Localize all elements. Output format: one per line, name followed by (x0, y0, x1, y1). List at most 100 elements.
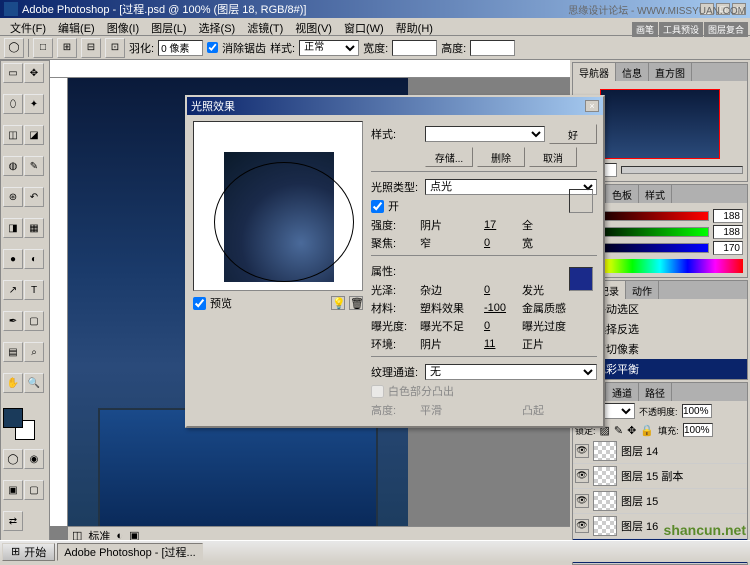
shape-tool[interactable]: ▢ (24, 311, 44, 331)
gradient-tool[interactable]: ▦ (24, 218, 44, 238)
menu-filter[interactable]: 滤镜(T) (241, 18, 289, 35)
gloss-right: 发光 (522, 282, 567, 298)
menu-image[interactable]: 图像(I) (101, 18, 145, 35)
texture-select[interactable]: 无 (425, 364, 597, 380)
layer-thumbnail[interactable] (593, 466, 617, 486)
heal-tool[interactable]: ◍ (3, 156, 23, 176)
quickmask-on-icon[interactable]: ◉ (24, 449, 44, 469)
tab-channels[interactable]: 通道 (606, 383, 639, 401)
lighting-preview[interactable] (193, 121, 363, 291)
g-input[interactable] (713, 225, 743, 239)
menu-help[interactable]: 帮助(H) (390, 18, 439, 35)
visibility-icon[interactable]: 👁 (575, 494, 589, 508)
layer-item[interactable]: 👁图层 15 副本 (573, 464, 747, 489)
selection-add-icon[interactable]: ⊞ (57, 38, 77, 58)
feather-input[interactable] (158, 40, 203, 56)
tool-preset-icon[interactable]: ◯ (4, 38, 24, 58)
tab-paths[interactable]: 路径 (639, 383, 672, 401)
screen-full-icon[interactable]: ▢ (24, 480, 44, 500)
path-tool[interactable]: ↗ (3, 280, 23, 300)
tab-info[interactable]: 信息 (616, 63, 649, 81)
menu-view[interactable]: 视图(V) (289, 18, 338, 35)
wand-tool[interactable]: ✦ (24, 94, 44, 114)
tab-navigator[interactable]: 导航器 (573, 63, 616, 81)
light-color-swatch[interactable] (569, 189, 593, 213)
dialog-close-button[interactable]: × (585, 100, 599, 112)
taskbar-app-button[interactable]: Adobe Photoshop - [过程... (57, 543, 202, 561)
quickmask-icon[interactable]: ◯ (3, 449, 23, 469)
layer-thumbnail[interactable] (593, 441, 617, 461)
lasso-tool[interactable]: ⬯ (3, 94, 23, 114)
visibility-icon[interactable]: 👁 (575, 444, 589, 458)
b-input[interactable] (713, 241, 743, 255)
menu-window[interactable]: 窗口(W) (338, 18, 390, 35)
slice-tool[interactable]: ◪ (24, 125, 44, 145)
eyedropper-tool[interactable]: ⌕ (24, 342, 44, 362)
cancel-button[interactable]: 取消 (529, 147, 577, 167)
tab-styles[interactable]: 样式 (639, 185, 672, 203)
blur-tool[interactable]: ● (3, 249, 23, 269)
fg-color-swatch[interactable] (3, 408, 23, 428)
menu-layer[interactable]: 图层(L) (145, 18, 192, 35)
well-brushes[interactable]: 画笔 (632, 22, 658, 37)
ambience-color-swatch[interactable] (569, 267, 593, 291)
well-layer-comps[interactable]: 图层复合 (704, 22, 748, 37)
type-tool[interactable]: T (24, 280, 44, 300)
tab-swatches[interactable]: 色板 (606, 185, 639, 203)
eraser-tool[interactable]: ◨ (3, 218, 23, 238)
layer-thumbnail[interactable] (593, 516, 617, 536)
tab-histogram[interactable]: 直方图 (649, 63, 692, 81)
selection-sub-icon[interactable]: ⊟ (81, 38, 101, 58)
move-tool[interactable]: ✥ (24, 63, 44, 83)
brush-tool[interactable]: ✎ (24, 156, 44, 176)
crop-tool[interactable]: ◫ (3, 125, 23, 145)
selection-new-icon[interactable]: □ (33, 38, 53, 58)
r-slider[interactable] (589, 211, 709, 221)
jump-to-icon[interactable]: ⇄ (3, 511, 23, 531)
fill-label: 填充: (658, 424, 679, 437)
delete-button[interactable]: 删除 (477, 147, 525, 167)
screen-std-icon[interactable]: ▣ (3, 480, 23, 500)
layer-item[interactable]: 👁图层 15 (573, 489, 747, 514)
save-button[interactable]: 存储... (425, 147, 473, 167)
menu-select[interactable]: 选择(S) (193, 18, 242, 35)
dialog-titlebar[interactable]: 光照效果 × (187, 97, 603, 115)
zoom-tool[interactable]: 🔍 (24, 373, 44, 393)
ok-button[interactable]: 好 (549, 124, 597, 144)
b-slider[interactable] (588, 243, 709, 253)
trash-icon[interactable]: 🗑 (349, 296, 363, 310)
notes-tool[interactable]: ▤ (3, 342, 23, 362)
preview-checkbox[interactable] (193, 297, 206, 310)
hand-tool[interactable]: ✋ (3, 373, 23, 393)
lock-move-icon[interactable]: ✥ (627, 424, 636, 437)
menu-edit[interactable]: 编辑(E) (52, 18, 101, 35)
visibility-icon[interactable]: 👁 (575, 469, 589, 483)
antialias-checkbox[interactable] (207, 42, 218, 53)
light-on-checkbox[interactable] (371, 200, 384, 213)
lock-all-icon[interactable]: 🔒 (640, 424, 654, 437)
add-light-icon[interactable]: 💡 (331, 296, 345, 310)
dodge-tool[interactable]: ◐ (24, 249, 44, 269)
navigator-thumbnail[interactable] (600, 89, 720, 159)
well-tool-presets[interactable]: 工具预设 (659, 22, 703, 37)
layer-item[interactable]: 👁图层 14 (573, 439, 747, 464)
visibility-icon[interactable]: 👁 (575, 519, 589, 533)
style-select[interactable]: 正常 (299, 40, 359, 56)
dlg-style-select[interactable] (425, 126, 545, 142)
start-button[interactable]: ⊞ 开始 (2, 543, 55, 561)
zoom-slider[interactable] (621, 166, 743, 174)
layer-thumbnail[interactable] (593, 491, 617, 511)
menu-file[interactable]: 文件(F) (4, 18, 52, 35)
tab-actions[interactable]: 动作 (626, 281, 659, 299)
stamp-tool[interactable]: ⊛ (3, 187, 23, 207)
history-brush-tool[interactable]: ↶ (24, 187, 44, 207)
color-swatches[interactable] (3, 408, 43, 438)
lock-paint-icon[interactable]: ✎ (614, 424, 623, 437)
pen-tool[interactable]: ✒ (3, 311, 23, 331)
r-input[interactable] (713, 209, 743, 223)
g-slider[interactable] (590, 227, 709, 237)
opacity-input[interactable] (682, 404, 712, 418)
fill-input[interactable] (683, 423, 713, 437)
marquee-tool[interactable]: ▭ (3, 63, 23, 83)
selection-intersect-icon[interactable]: ⊡ (105, 38, 125, 58)
